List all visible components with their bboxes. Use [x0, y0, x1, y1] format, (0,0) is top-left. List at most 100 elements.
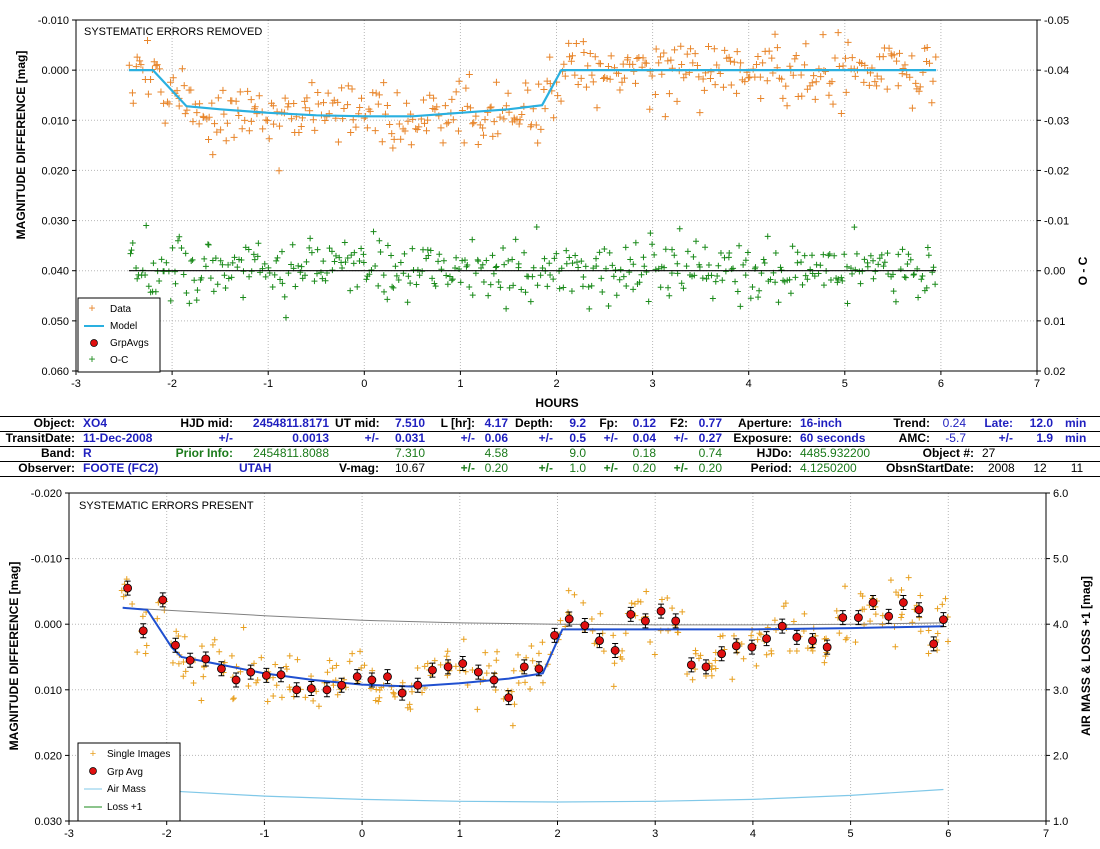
group-average-point — [231, 675, 241, 685]
group-average-point — [550, 630, 559, 640]
late-unit: min — [1065, 416, 1087, 430]
top-legend-model: Model — [110, 321, 137, 332]
amc-value: -5.7 — [945, 431, 966, 445]
hjd-mid-label: HJD mid: — [180, 416, 233, 430]
y2-tick-label: -0.03 — [1044, 115, 1069, 127]
y2-tick-label: 0.00 — [1044, 266, 1065, 278]
late-value: 12.0 — [1029, 416, 1053, 430]
top-chart: MAGNITUDE DIFFERENCE [mag] O - C HOURS -… — [14, 15, 1090, 410]
group-average-point — [185, 655, 195, 665]
f2-label: F2: — [670, 416, 688, 430]
y-tick-label: 0.030 — [34, 816, 62, 828]
aperture-value: 16-inch — [800, 416, 843, 430]
hjd-pm: +/- — [218, 431, 233, 445]
prior-hjd: 2454811.8088 — [253, 446, 329, 460]
trend-value: 0.24 — [942, 416, 966, 430]
band-label: Band: — [41, 446, 75, 460]
y2-tick-label: 6.0 — [1053, 488, 1068, 500]
group-average-point — [397, 688, 407, 698]
x-tick-label: -3 — [64, 828, 74, 840]
group-average-point — [701, 662, 711, 672]
y-tick-label: 0.060 — [41, 366, 69, 378]
x-tick-label: -2 — [167, 378, 177, 390]
group-average-point — [777, 621, 787, 631]
period-value: 4.1250200 — [800, 461, 857, 475]
y2-tick-label: 0.02 — [1044, 366, 1065, 378]
transit-info-table: Object: XO4 HJD mid: 2454811.8171 UT mid… — [0, 416, 1100, 478]
group-average-point — [656, 606, 666, 616]
group-average-point — [731, 641, 741, 651]
band-value: R — [83, 446, 92, 460]
x-tick-label: 1 — [457, 378, 463, 390]
group-average-point — [868, 598, 878, 607]
legend-plus-icon: + — [88, 352, 95, 366]
vmag-value: 10.67 — [394, 461, 425, 475]
top-legend-grpavgs: GrpAvgs — [110, 338, 149, 349]
group-average-point — [261, 670, 271, 680]
group-average-point — [123, 583, 133, 593]
y2-tick-label: 0.01 — [1044, 316, 1065, 328]
pm-4: +/- — [673, 461, 688, 475]
observer-value: FOOTE (FC2) — [83, 461, 159, 475]
bottom-plot-area: -3 -2 -1 0 1 2 3 4 5 6 7 -0.020 -0.010 0.000 0.010 0.02… — [31, 488, 1069, 840]
fp-label: Fp: — [599, 416, 618, 430]
amc-label: AMC: — [898, 431, 930, 445]
group-average-point — [428, 665, 437, 675]
group-average-point — [443, 662, 453, 672]
y-tick-label: 0.010 — [34, 685, 62, 697]
x-tick-label: 4 — [750, 828, 756, 840]
group-average-point — [822, 642, 832, 652]
depth-error: 0.5 — [569, 431, 586, 445]
y-tick-label: 0.000 — [34, 619, 62, 631]
bottom-legend-loss: Loss +1 — [107, 802, 143, 813]
late-error: 1.9 — [1036, 431, 1053, 445]
fp-pm: +/- — [603, 431, 618, 445]
top-plot-area: -3 -2 -1 0 1 2 3 4 5 6 7 -0.010 0.000 0.010 0.020 0.030… — [38, 15, 1069, 390]
x-tick-label: 5 — [842, 378, 848, 390]
err-3: 0.20 — [632, 461, 656, 475]
obsn-start-day: 11 — [1070, 461, 1084, 475]
group-average-point — [171, 640, 180, 650]
legend-dot-icon — [89, 767, 97, 775]
legend-dot-icon — [90, 339, 98, 347]
legend-plus-icon: + — [90, 748, 96, 760]
late-pm: +/- — [998, 431, 1013, 445]
group-average-point — [292, 685, 302, 695]
err-4: 0.20 — [698, 461, 722, 475]
depth-label: Depth: — [515, 416, 553, 430]
prior-length: 4.58 — [484, 446, 508, 460]
bottom-chart: MAGNITUDE DIFFERENCE [mag] AIR MASS & LO… — [7, 488, 1093, 840]
top-y2-axis-label: O - C — [1076, 256, 1090, 285]
err-2: 1.0 — [569, 461, 586, 475]
group-average-point — [580, 621, 590, 630]
x-tick-label: 7 — [1043, 828, 1049, 840]
plot-background — [69, 493, 1046, 821]
f2-value: 0.77 — [698, 416, 722, 430]
group-average-point — [808, 636, 817, 646]
group-average-point — [898, 598, 908, 607]
x-tick-label: 7 — [1034, 378, 1040, 390]
prior-f2: 0.74 — [698, 446, 722, 460]
x-tick-label: 2 — [554, 828, 560, 840]
x-tick-label: -1 — [263, 378, 273, 390]
vmag-pm-1: +/- — [460, 461, 475, 475]
pm-2: +/- — [538, 461, 553, 475]
length-pm: +/- — [460, 431, 475, 445]
group-average-point — [158, 595, 168, 605]
y-tick-label: 0.000 — [41, 65, 69, 77]
obsn-start-month: 12 — [1033, 461, 1047, 475]
x-tick-label: 2 — [553, 378, 559, 390]
group-average-point — [413, 680, 423, 690]
bottom-chart-title: SYSTEMATIC ERRORS PRESENT — [79, 500, 254, 512]
x-tick-label: 1 — [457, 828, 463, 840]
ut-error: 0.031 — [394, 431, 425, 445]
ut-mid-value: 7.510 — [394, 416, 425, 430]
y-tick-label: -0.020 — [31, 488, 62, 500]
group-average-point — [217, 664, 226, 674]
group-average-point — [306, 684, 316, 693]
group-average-point — [367, 675, 377, 685]
group-average-point — [641, 616, 650, 626]
y2-tick-label: -0.02 — [1044, 165, 1069, 177]
vmag-label: V-mag: — [338, 461, 379, 475]
exposure-value: 60 seconds — [800, 431, 866, 445]
